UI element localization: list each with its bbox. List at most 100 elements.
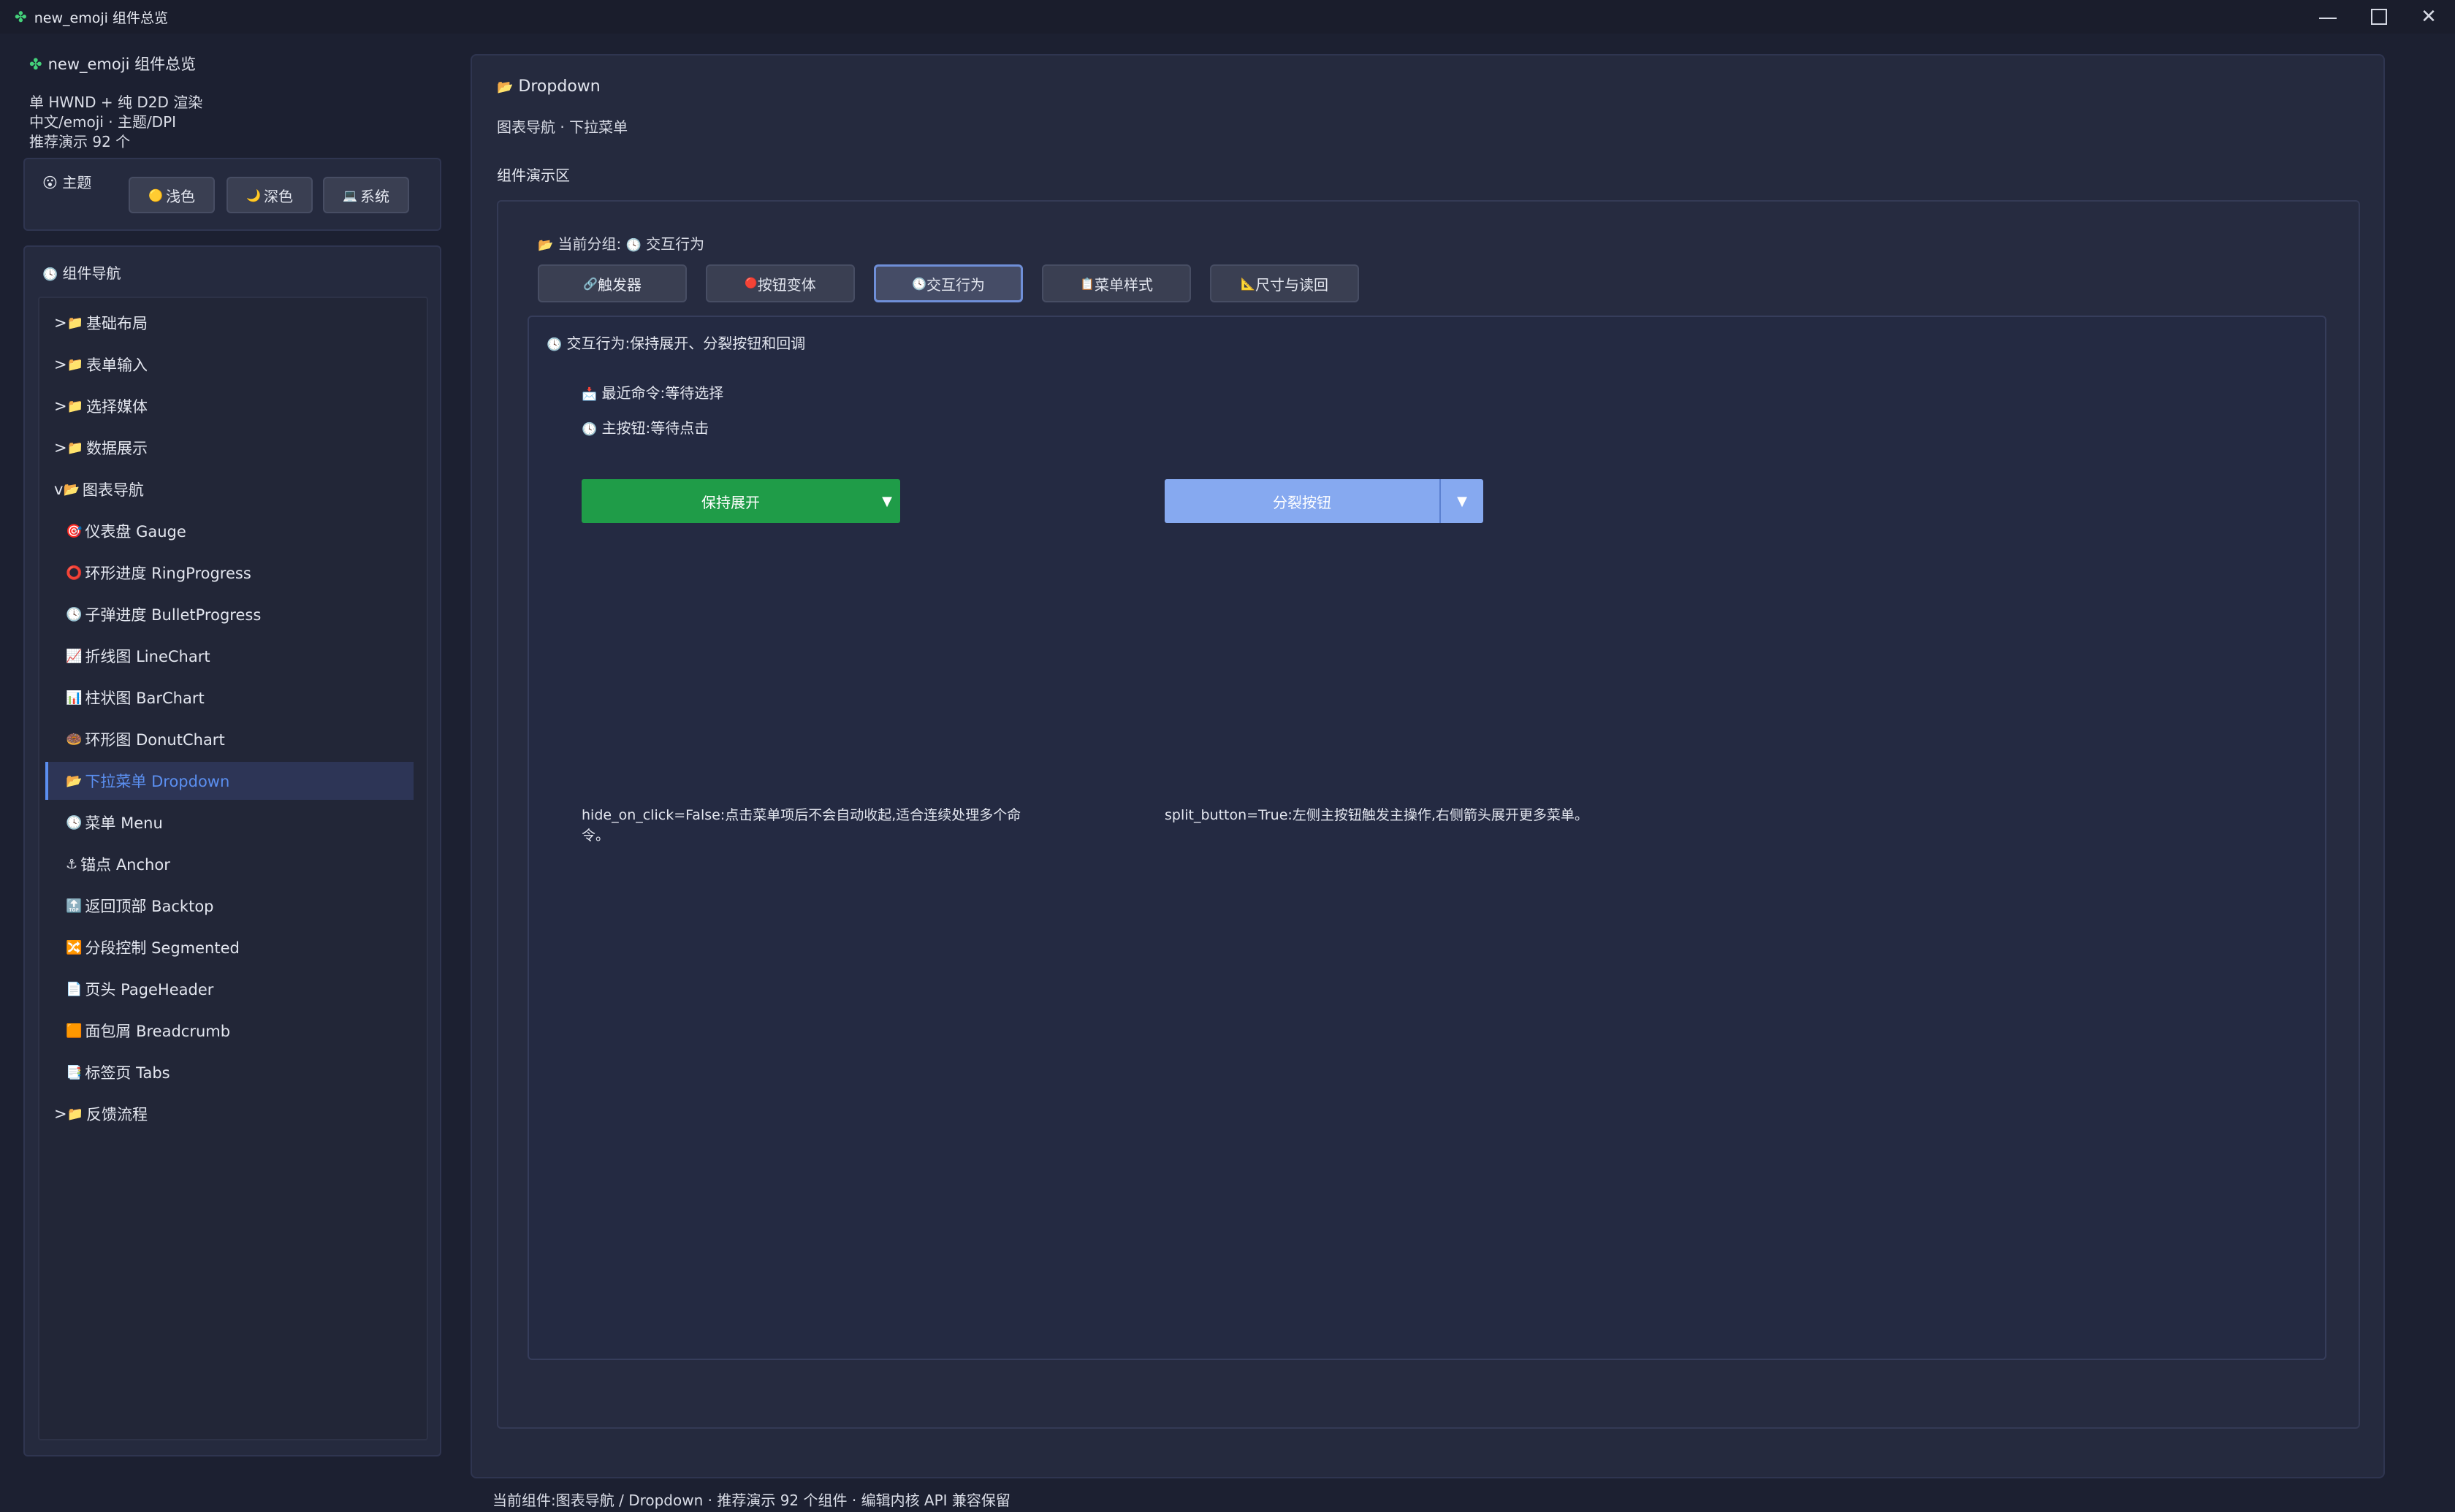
nav-item[interactable]: 🎯 仪表盘 Gauge [39,512,412,550]
nav-folder[interactable]: > 📁 表单输入 [39,345,412,383]
current-group: 📂 当前分组: 🕓 交互行为 [538,232,704,253]
panel-title-text: 交互行为:保持展开、分裂按钮和回调 [566,335,806,352]
tab-menu-style[interactable]: 📋 菜单样式 [1042,264,1191,302]
clipboard-icon: 📋 [1080,276,1095,291]
sidebar-info-line: 中文/emoji · 主题/DPI [29,113,177,131]
page-title-text: Dropdown [518,77,601,96]
nav-item[interactable]: 📑 标签页 Tabs [39,1053,412,1091]
close-button[interactable]: ✕ [2404,0,2454,34]
tab-button-variants[interactable]: 🔴 按钮变体 [706,264,855,302]
theme-panel: 😮 主题 🟡 浅色 🌙 深色 💻 系统 [23,158,441,231]
app-logo-icon: ✤ [15,8,27,26]
nav-item[interactable]: 🕓 子弹进度 BulletProgress [39,595,412,633]
link-icon: 🔗 [583,276,598,291]
ruler-icon: 📐 [1241,276,1255,291]
inbox-icon: 📩 [582,387,598,402]
split-description: split_button=True:左侧主按钮触发主操作,右侧箭头展开更多菜单。 [1165,807,1588,823]
collapsed-chevron-icon[interactable]: > [54,1105,67,1123]
nav-tree[interactable]: > 📁 基础布局 > 📁 表单输入 > 📁 选择媒体 > 📁 数据展示 v 📂 图表导航 🎯 仪表盘 Gauge… [38,297,428,1440]
nav-item[interactable]: 🟧 面包屑 Breadcrumb [39,1012,412,1050]
split-dropdown: 分裂按钮 ▼ [1165,479,1483,523]
tab-trigger[interactable]: 🔗 触发器 [538,264,687,302]
nav-item[interactable]: ⚓ 锚点 Anchor [39,845,412,883]
current-group-label: 当前分组: [557,235,622,253]
nav-folder[interactable]: > 📁 基础布局 [39,304,412,342]
sidebar-info-line: 单 HWND + 纯 D2D 渲染 [29,93,203,111]
collapsed-chevron-icon[interactable]: > [54,314,67,332]
theme-dark-button[interactable]: 🌙 深色 [227,177,313,213]
component-icon: 📂 [66,773,83,789]
theme-system-button[interactable]: 💻 系统 [323,177,409,213]
collapsed-chevron-icon[interactable]: > [54,397,67,415]
main-button-status: 🕓 主按钮:等待点击 [582,416,709,438]
split-main-button[interactable]: 分裂按钮 [1165,491,1439,512]
expanded-chevron-icon[interactable]: v [54,481,63,498]
component-icon: 🟧 [66,1023,83,1039]
keep-open-description: hide_on_click=False:点击菜单项后不会自动收起,适合连续处理多… [582,805,1093,846]
nav-folder[interactable]: > 📁 选择媒体 [39,387,412,425]
nav-folder[interactable]: v 📂 图表导航 [39,470,412,508]
current-group-value: 交互行为 [646,235,705,253]
nav-item[interactable]: 🍩 环形图 DonutChart [39,720,412,758]
nav-item-label: 锚点 Anchor [80,856,170,874]
nav-item-label: 环形进度 RingProgress [85,565,251,582]
component-icon: 📄 [66,981,83,997]
tab-size-readback[interactable]: 📐 尺寸与读回 [1210,264,1359,302]
last-command-status: 📩 最近命令:等待选择 [582,381,723,402]
nav-item[interactable]: ⭕ 环形进度 RingProgress [39,554,412,592]
nav-item[interactable]: 🔝 返回顶部 Backtop [39,887,412,925]
component-icon: 🎯 [66,523,83,539]
component-icon: 🔀 [66,939,83,955]
nav-item[interactable]: 📂 下拉菜单 Dropdown [45,762,414,800]
tab-interaction[interactable]: 🕓 交互行为 [874,264,1023,302]
nav-item[interactable]: 📄 页头 PageHeader [39,970,412,1008]
app-logo-icon: ✤ [29,56,42,73]
nav-item-label: 标签页 Tabs [85,1064,170,1082]
theme-label: 😮 主题 [42,171,91,192]
folder-icon: 📁 [66,356,84,373]
maximize-button[interactable] [2354,0,2404,34]
moon-icon: 🌙 [246,188,261,202]
face-icon: 😮 [42,174,58,191]
nav-item[interactable]: 🔀 分段控制 Segmented [39,928,412,966]
theme-light-button[interactable]: 🟡 浅色 [129,177,215,213]
component-nav-panel: 🕓 组件导航 > 📁 基础布局 > 📁 表单输入 > 📁 选择媒体 > 📁 数据展示 v 📂 图表导航 🎯 仪表… [23,245,441,1456]
main-button-status-text: 主按钮:等待点击 [601,419,709,437]
nav-item-label: 柱状图 BarChart [85,690,205,707]
component-icon: 🕓 [66,814,83,831]
sidebar-header: ✤ new_emoji 组件总览 [29,53,196,75]
nav-item-label: 数据展示 [86,440,148,457]
nav-item-label: 面包屑 Breadcrumb [85,1023,231,1040]
nav-item-label: 子弹进度 BulletProgress [85,606,262,624]
dropdown-arrow-icon: ▼ [882,493,892,509]
keep-open-dropdown[interactable]: 保持展开 ▼ [582,479,900,523]
tab-label: 交互行为 [926,275,985,294]
folder-icon: 📂 [63,481,80,497]
panel-title: 🕓 交互行为:保持展开、分裂按钮和回调 [547,332,805,353]
nav-item[interactable]: 🕓 菜单 Menu [39,803,412,841]
nav-title: 🕓 组件导航 [42,261,121,283]
nav-item-label: 下拉菜单 Dropdown [85,773,230,790]
app-window: ✤ new_emoji 组件总览 ✕ ✤ new_emoji 组件总览 单 HWN… [0,0,2455,1512]
nav-folder[interactable]: > 📁 反馈流程 [39,1095,412,1133]
collapsed-chevron-icon[interactable]: > [54,356,67,373]
status-bar: 当前组件:图表导航 / Dropdown · 推荐演示 92 个组件 · 编辑内… [492,1492,1010,1509]
close-icon: ✕ [2421,6,2437,28]
minimize-icon [2319,18,2337,19]
split-arrow-button[interactable]: ▼ [1441,494,1483,509]
sun-icon: 🟡 [148,188,163,202]
component-icon: 📑 [66,1064,83,1080]
minimize-button[interactable] [2303,0,2353,34]
nav-item[interactable]: 📈 折线图 LineChart [39,637,412,675]
folder-icon: 📂 [538,238,554,253]
nav-item-label: 仪表盘 Gauge [85,523,186,541]
nav-item-label: 菜单 Menu [85,814,163,832]
nav-item[interactable]: 📊 柱状图 BarChart [39,679,412,717]
nav-item-label: 分段控制 Segmented [85,939,240,957]
page-title: 📂 Dropdown [497,77,601,96]
tab-label: 菜单样式 [1094,275,1153,294]
nav-folder[interactable]: > 📁 数据展示 [39,429,412,467]
component-icon: 🔝 [66,898,83,914]
collapsed-chevron-icon[interactable]: > [54,439,67,457]
nav-item-label: 表单输入 [86,356,148,374]
